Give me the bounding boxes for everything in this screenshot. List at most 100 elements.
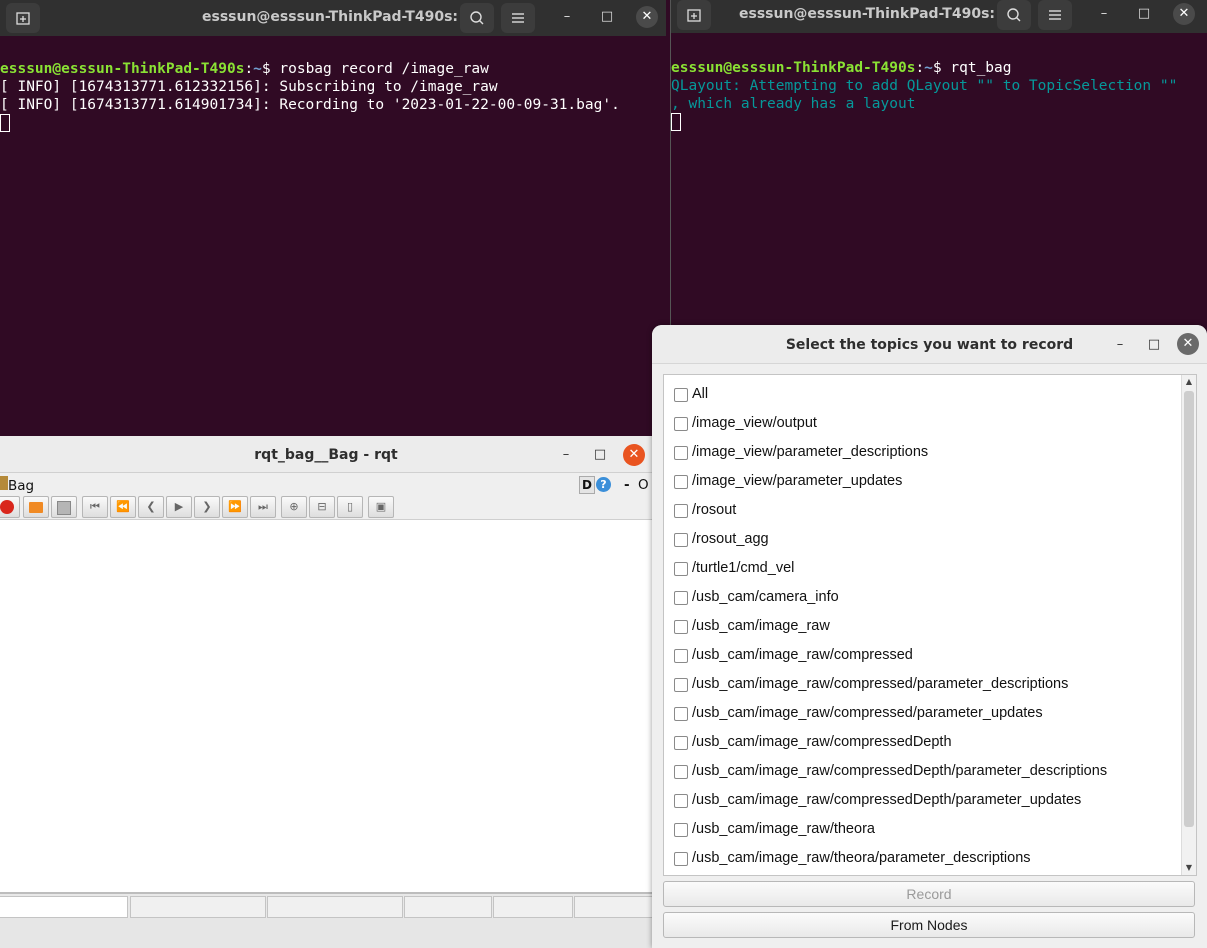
- terminal-output[interactable]: esssun@esssun-ThinkPad-T490s:~$ rosbag r…: [0, 42, 666, 436]
- zoom-reset-button[interactable]: ▯: [337, 496, 363, 518]
- status-field: [0, 896, 128, 918]
- topic-checkbox[interactable]: [674, 649, 688, 663]
- play-button[interactable]: ▶: [166, 496, 192, 518]
- topic-label: All: [692, 386, 709, 402]
- bag-timeline-canvas[interactable]: [0, 520, 652, 892]
- topic-row[interactable]: /usb_cam/image_raw/theora/parameter_desc…: [664, 844, 1179, 873]
- new-tab-button[interactable]: [6, 3, 40, 33]
- topic-checkbox[interactable]: [674, 620, 688, 634]
- maximize-button[interactable]: □: [1143, 334, 1165, 356]
- scroll-up-arrow[interactable]: ▲: [1182, 375, 1196, 389]
- topic-checkbox[interactable]: [674, 533, 688, 547]
- step-forward-button[interactable]: ❯: [194, 496, 220, 518]
- maximize-button[interactable]: □: [589, 444, 611, 466]
- menu-button[interactable]: [501, 3, 535, 33]
- topic-row[interactable]: /image_view/output: [664, 409, 1179, 438]
- output-line: [ INFO] [1674313771.612332156]: Subscrib…: [0, 79, 498, 95]
- topic-row[interactable]: /usb_cam/image_raw/theora: [664, 815, 1179, 844]
- topic-checkbox[interactable]: [674, 678, 688, 692]
- scroll-thumb[interactable]: [1184, 391, 1194, 827]
- zoom-in-button[interactable]: ⊕: [281, 496, 307, 518]
- topic-checkbox[interactable]: [674, 765, 688, 779]
- topic-row[interactable]: /usb_cam/image_raw: [664, 612, 1179, 641]
- minimize-button[interactable]: –: [1109, 334, 1131, 356]
- menu-button[interactable]: [1038, 0, 1072, 30]
- open-bag-button[interactable]: [23, 496, 49, 518]
- close-icon: ✕: [1182, 336, 1194, 351]
- dialog-titlebar[interactable]: Select the topics you want to record – □…: [652, 325, 1207, 364]
- minimize-plugin-button[interactable]: -: [624, 477, 630, 493]
- rqt-titlebar[interactable]: rqt_bag__Bag - rqt – □ ✕: [0, 436, 652, 473]
- topic-checkbox[interactable]: [674, 446, 688, 460]
- search-button[interactable]: [460, 3, 494, 33]
- topic-checkbox[interactable]: [674, 823, 688, 837]
- topic-checkbox[interactable]: [674, 417, 688, 431]
- topic-row[interactable]: /usb_cam/image_raw/compressedDepth: [664, 728, 1179, 757]
- fast-forward-button[interactable]: ⏩: [222, 496, 248, 518]
- terminal-window-left[interactable]: esssun@esssun-ThinkPad-T490s: ~ – □ ✕ es…: [0, 0, 666, 436]
- search-button[interactable]: [997, 0, 1031, 30]
- zoom-reset-icon: ▯: [346, 500, 354, 513]
- new-tab-button[interactable]: [677, 0, 711, 30]
- topic-selection-dialog[interactable]: Select the topics you want to record – □…: [652, 325, 1207, 948]
- topic-checkbox[interactable]: [674, 562, 688, 576]
- topic-checkbox[interactable]: [674, 794, 688, 808]
- topic-label: /usb_cam/image_raw/compressedDepth/param…: [692, 763, 1108, 779]
- topic-list[interactable]: ▲ ▼ All/image_view/output/image_view/par…: [663, 374, 1197, 876]
- go-to-end-button[interactable]: ⏭: [250, 496, 276, 518]
- step-back-button[interactable]: ❮: [138, 496, 164, 518]
- maximize-icon: □: [593, 447, 607, 462]
- topic-row[interactable]: /usb_cam/image_raw/compressedDepth/param…: [664, 757, 1179, 786]
- close-button[interactable]: ✕: [636, 6, 658, 28]
- record-button[interactable]: [0, 496, 20, 518]
- dock-button[interactable]: D: [579, 476, 595, 494]
- close-button[interactable]: ✕: [1177, 333, 1199, 355]
- topic-list-scrollbar[interactable]: ▲ ▼: [1181, 375, 1196, 875]
- topic-row[interactable]: /usb_cam/image_raw/compressed: [664, 641, 1179, 670]
- maximize-button[interactable]: □: [1133, 3, 1155, 25]
- topic-checkbox[interactable]: [674, 736, 688, 750]
- topic-row[interactable]: /usb_cam/camera_info: [664, 583, 1179, 612]
- terminal-titlebar[interactable]: esssun@esssun-ThinkPad-T490s: ~ – □ ✕: [671, 0, 1207, 33]
- prompt-user: esssun@esssun-ThinkPad-T490s: [0, 61, 245, 77]
- topic-row[interactable]: /rosout: [664, 496, 1179, 525]
- topic-checkbox[interactable]: [674, 591, 688, 605]
- search-icon: [1007, 8, 1021, 22]
- topic-row[interactable]: /image_view/parameter_descriptions: [664, 438, 1179, 467]
- maximize-button[interactable]: □: [596, 6, 618, 28]
- minimize-button[interactable]: –: [555, 444, 577, 466]
- save-bag-button[interactable]: [51, 496, 77, 518]
- go-to-start-button[interactable]: ⏮: [82, 496, 108, 518]
- terminal-output[interactable]: esssun@esssun-ThinkPad-T490s:~$ rqt_bag …: [671, 41, 1207, 330]
- topic-row[interactable]: /image_view/parameter_updates: [664, 467, 1179, 496]
- topic-row[interactable]: /usb_cam/image_raw/compressed/parameter_…: [664, 670, 1179, 699]
- minimize-button[interactable]: –: [556, 6, 578, 28]
- topic-checkbox[interactable]: [674, 388, 688, 402]
- rewind-button[interactable]: ⏪: [110, 496, 136, 518]
- thumbnails-button[interactable]: ▣: [368, 496, 394, 518]
- topic-label: /usb_cam/image_raw: [692, 618, 830, 634]
- terminal-window-right[interactable]: esssun@esssun-ThinkPad-T490s: ~ – □ ✕ es…: [670, 0, 1207, 330]
- close-button[interactable]: ✕: [623, 444, 645, 466]
- close-plugin-button[interactable]: O: [638, 477, 649, 493]
- topic-row[interactable]: /turtle1/cmd_vel: [664, 554, 1179, 583]
- topic-checkbox[interactable]: [674, 707, 688, 721]
- terminal-titlebar[interactable]: esssun@esssun-ThinkPad-T490s: ~ – □ ✕: [0, 0, 666, 36]
- from-nodes-button[interactable]: From Nodes: [663, 912, 1195, 938]
- topic-checkbox[interactable]: [674, 475, 688, 489]
- bag-toolbar: ⏮ ⏪ ❮ ▶ ❯ ⏩ ⏭ ⊕ ⊟ ▯ ▣: [0, 495, 652, 520]
- topic-row[interactable]: All: [664, 380, 1179, 409]
- scroll-down-arrow[interactable]: ▼: [1182, 861, 1196, 875]
- topic-row[interactable]: /usb_cam/image_raw/compressed/parameter_…: [664, 699, 1179, 728]
- zoom-out-button[interactable]: ⊟: [309, 496, 335, 518]
- rqt-bag-window[interactable]: rqt_bag__Bag - rqt – □ ✕ Bag D ? - O ⏮ ⏪…: [0, 436, 656, 948]
- topic-row[interactable]: /rosout_agg: [664, 525, 1179, 554]
- minimize-button[interactable]: –: [1093, 3, 1115, 25]
- topic-row[interactable]: /usb_cam/image_raw/compressedDepth/param…: [664, 786, 1179, 815]
- resize-grip-area[interactable]: [0, 918, 652, 948]
- record-button[interactable]: Record: [663, 881, 1195, 907]
- topic-checkbox[interactable]: [674, 852, 688, 866]
- help-button[interactable]: ?: [596, 477, 611, 492]
- topic-checkbox[interactable]: [674, 504, 688, 518]
- close-button[interactable]: ✕: [1173, 3, 1195, 25]
